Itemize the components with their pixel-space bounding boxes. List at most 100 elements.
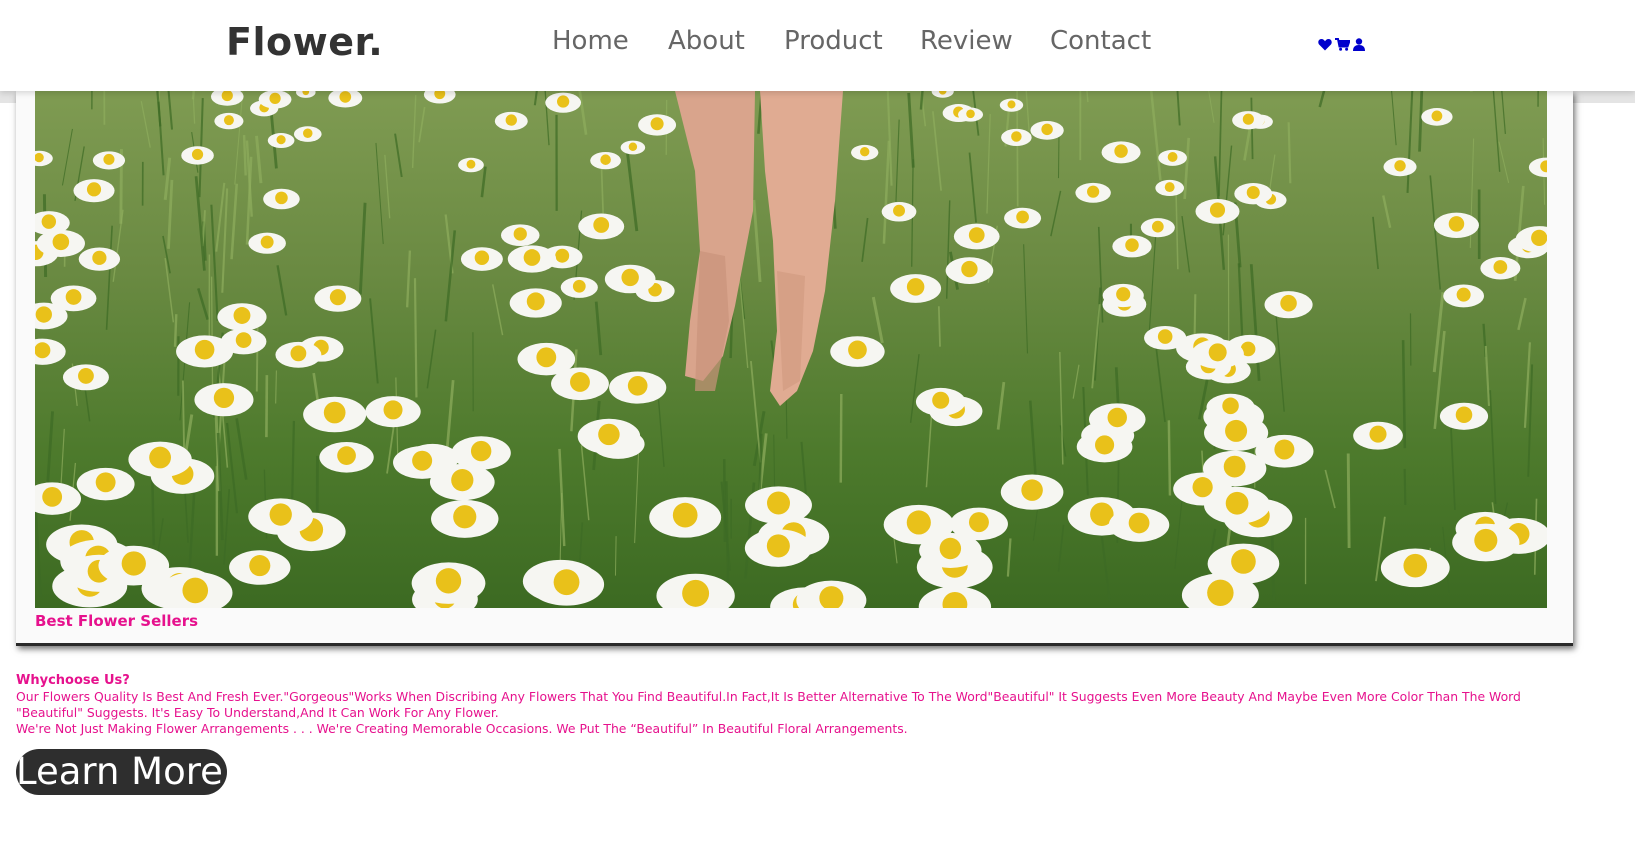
daisy: [609, 371, 667, 404]
daisy: [1195, 198, 1240, 224]
why-paragraph-2: We're Not Just Making Flower Arrangement…: [16, 721, 908, 736]
daisy: [451, 436, 511, 470]
daisy: [458, 157, 484, 173]
daisy: [1528, 157, 1547, 178]
daisy: [638, 114, 677, 136]
daisy: [578, 213, 625, 240]
learn-more-button[interactable]: Learn More: [16, 749, 227, 795]
nav-contact[interactable]: Contact: [1050, 26, 1151, 56]
daisy: [1076, 431, 1133, 463]
daisy: [577, 418, 641, 454]
daisy: [551, 367, 609, 401]
daisy: [649, 497, 722, 538]
daisy: [319, 442, 374, 473]
daisy: [248, 498, 314, 535]
daisy: [1203, 414, 1269, 451]
daisy: [217, 303, 267, 331]
daisy: [1101, 141, 1141, 164]
daisy: [953, 223, 1000, 250]
daisy: [918, 586, 992, 608]
daisy: [1443, 284, 1485, 308]
nav-home[interactable]: Home: [552, 26, 629, 56]
daisy: [509, 288, 562, 318]
daisy: [1234, 183, 1273, 205]
daisy: [181, 146, 214, 165]
daisy: [1353, 421, 1403, 450]
daisy: [851, 144, 879, 161]
nav-review[interactable]: Review: [920, 26, 1013, 56]
daisy: [1204, 486, 1271, 524]
daisy: [1480, 256, 1521, 280]
daisy: [1439, 402, 1489, 430]
daisy: [958, 107, 984, 122]
legs: [675, 91, 843, 406]
daisy: [1380, 548, 1450, 588]
daisy: [881, 202, 917, 222]
daisy: [945, 257, 994, 284]
daisy: [999, 98, 1024, 112]
hero-video-card: Best Flower Sellers: [16, 91, 1573, 646]
daisy: [211, 91, 244, 106]
daisy: [1075, 182, 1111, 203]
daisy: [656, 573, 735, 608]
daisy: [267, 133, 295, 149]
why-paragraph-1: Our Flowers Quality Is Best And Fresh Ev…: [16, 689, 1521, 720]
daisy: [1102, 283, 1144, 308]
daisy: [248, 232, 286, 254]
daisy: [98, 545, 170, 586]
daisy: [393, 446, 452, 479]
daisy: [919, 532, 982, 569]
daisy: [494, 111, 528, 131]
video-card-edge: [16, 643, 1573, 646]
user-icon[interactable]: [1353, 36, 1365, 55]
site-logo[interactable]: Flower.: [226, 20, 383, 64]
daisy: [528, 563, 605, 606]
daisy: [796, 580, 867, 608]
nav-product[interactable]: Product: [784, 26, 883, 56]
daisy: [507, 245, 557, 273]
hero-caption: Best Flower Sellers: [35, 612, 199, 630]
daisy: [744, 529, 812, 567]
daisy: [35, 482, 82, 515]
site-header: Flower. Home About Product Review Contac…: [0, 0, 1635, 91]
daisy: [296, 91, 316, 98]
daisy: [73, 179, 115, 203]
daisy: [1452, 523, 1520, 562]
daisy: [328, 91, 363, 108]
daisy: [1155, 179, 1185, 197]
daisy: [1421, 108, 1453, 126]
daisy: [1001, 128, 1032, 147]
daisy: [1140, 218, 1175, 238]
daisy: [1433, 212, 1479, 238]
daisy: [229, 550, 291, 585]
heart-icon[interactable]: [1318, 36, 1332, 55]
daisy: [560, 276, 598, 298]
daisy: [92, 151, 126, 170]
daisy: [1108, 507, 1170, 542]
why-choose-us-section: Whychoose Us? Our Flowers Quality Is Bes…: [16, 673, 1586, 737]
daisy: [1202, 450, 1267, 487]
daisy: [1000, 474, 1064, 510]
daisy: [62, 364, 109, 391]
daisy: [263, 188, 300, 210]
cart-icon[interactable]: [1335, 36, 1351, 55]
daisy: [460, 247, 503, 271]
daisy: [890, 274, 942, 303]
daisy: [1144, 325, 1187, 350]
hero-video[interactable]: [35, 91, 1547, 608]
daisy: [35, 150, 53, 167]
daisy: [1232, 111, 1265, 130]
daisy: [1264, 291, 1313, 319]
daisy: [293, 126, 322, 142]
daisy: [1158, 149, 1187, 166]
daisy: [1004, 207, 1042, 229]
why-title: Whychoose Us?: [16, 673, 130, 688]
daisy: [365, 396, 421, 428]
daisy: [423, 91, 456, 104]
daisy: [915, 387, 966, 416]
nav-about[interactable]: About: [668, 26, 745, 56]
daisy: [1088, 403, 1146, 436]
daisy: [1030, 121, 1064, 140]
daisy: [590, 152, 621, 170]
daisy: [128, 441, 192, 478]
